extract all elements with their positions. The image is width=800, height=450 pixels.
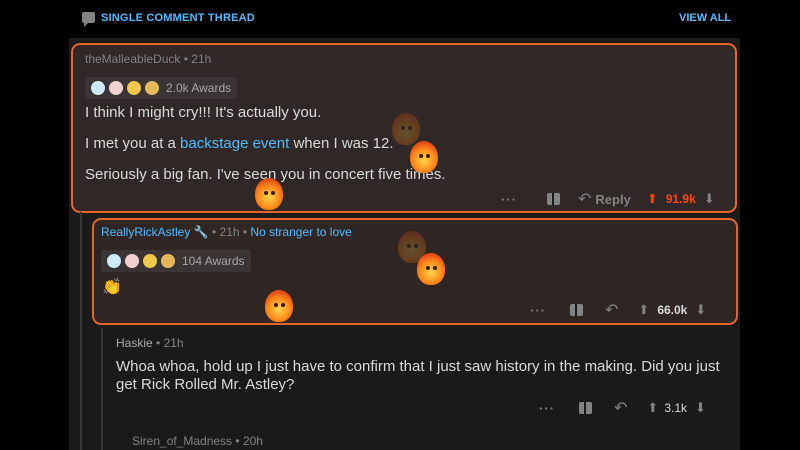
upvote-icon[interactable]: ⬆	[647, 400, 658, 416]
comment-time[interactable]: 21h	[191, 52, 211, 66]
comment-paragraph: I met you at a backstage event when I wa…	[85, 135, 394, 152]
comment-meta: ReallyRickAstley 🔧 • 21h • No stranger t…	[101, 225, 352, 239]
thread-title: SINGLE COMMENT THREAD	[101, 12, 255, 24]
award-icon	[161, 254, 175, 268]
comment-time[interactable]: 21h	[220, 225, 240, 239]
awards-bar[interactable]: 2.0k Awards	[85, 77, 238, 99]
user-flair: No stranger to love	[250, 225, 352, 239]
thread-header: SINGLE COMMENT THREAD VIEW ALL	[0, 0, 800, 38]
comment-time[interactable]: 21h	[164, 336, 184, 350]
gift-icon[interactable]	[579, 402, 592, 414]
gift-icon[interactable]	[570, 304, 583, 316]
award-icon	[145, 81, 159, 95]
awards-count: 2.0k Awards	[166, 81, 232, 95]
comment-actions: ··· ↶ ⬆ 3.1k ⬇	[537, 398, 706, 418]
thread-line[interactable]	[101, 328, 103, 450]
upvote-icon[interactable]: ⬆	[647, 191, 658, 207]
comment-meta: theMalleableDuck • 21h	[85, 52, 212, 66]
vote-score: 3.1k	[664, 401, 687, 415]
comment-line: Whoa whoa, hold up I just have to confir…	[116, 358, 720, 375]
gift-icon[interactable]	[547, 193, 560, 205]
awards-count: 104 Awards	[182, 254, 245, 268]
more-options-button[interactable]: ···	[528, 303, 548, 318]
award-icon	[91, 81, 105, 95]
thread-line[interactable]	[80, 212, 82, 450]
award-icon	[125, 254, 139, 268]
vote-score: 91.9k	[665, 192, 696, 206]
reply-button[interactable]: Reply	[595, 192, 630, 207]
comment-body: 👏	[102, 279, 122, 296]
comment-meta: Siren_of_Madness • 20h	[132, 434, 263, 448]
upvote-icon[interactable]: ⬆	[638, 302, 649, 318]
comment-author[interactable]: Haskie	[116, 336, 153, 350]
comment-actions: ··· ↶ ⬆ 66.0k ⬇	[528, 300, 706, 320]
downvote-icon[interactable]: ⬇	[704, 191, 715, 207]
chat-bubble-icon	[82, 12, 95, 27]
awards-bar[interactable]: 104 Awards	[101, 250, 251, 272]
fire-award-icon	[255, 178, 283, 210]
reply-icon[interactable]: ↶	[605, 300, 618, 320]
downvote-icon[interactable]: ⬇	[695, 400, 706, 416]
comment-paragraph: I think I might cry!!! It's actually you…	[85, 104, 322, 121]
comment-line: get Rick Rolled Mr. Astley?	[116, 376, 295, 393]
award-icon	[127, 81, 141, 95]
vote-score: 66.0k	[657, 303, 688, 317]
comment-author[interactable]: ReallyRickAstley	[101, 225, 190, 239]
fire-award-icon	[410, 141, 438, 173]
more-options-button[interactable]: ···	[499, 192, 519, 207]
more-options-button[interactable]: ···	[537, 401, 557, 416]
fire-award-icon	[417, 253, 445, 285]
comment-meta: Haskie • 21h	[116, 336, 184, 350]
downvote-icon[interactable]: ⬇	[695, 302, 706, 318]
reply-icon[interactable]: ↶	[614, 398, 627, 418]
comment-author[interactable]: theMalleableDuck	[85, 52, 180, 66]
view-all-link[interactable]: VIEW ALL	[679, 12, 731, 24]
fire-award-icon	[265, 290, 293, 322]
comment-time[interactable]: 20h	[243, 434, 263, 448]
award-icon	[107, 254, 121, 268]
comment-actions: ··· ↶ Reply ⬆ 91.9k ⬇	[499, 189, 715, 209]
reply-icon[interactable]: ↶	[578, 189, 591, 209]
award-icon	[143, 254, 157, 268]
comment-author[interactable]: Siren_of_Madness	[132, 434, 232, 448]
backstage-event-link[interactable]: backstage event	[180, 135, 289, 152]
fire-award-icon	[392, 113, 420, 145]
award-icon	[109, 81, 123, 95]
